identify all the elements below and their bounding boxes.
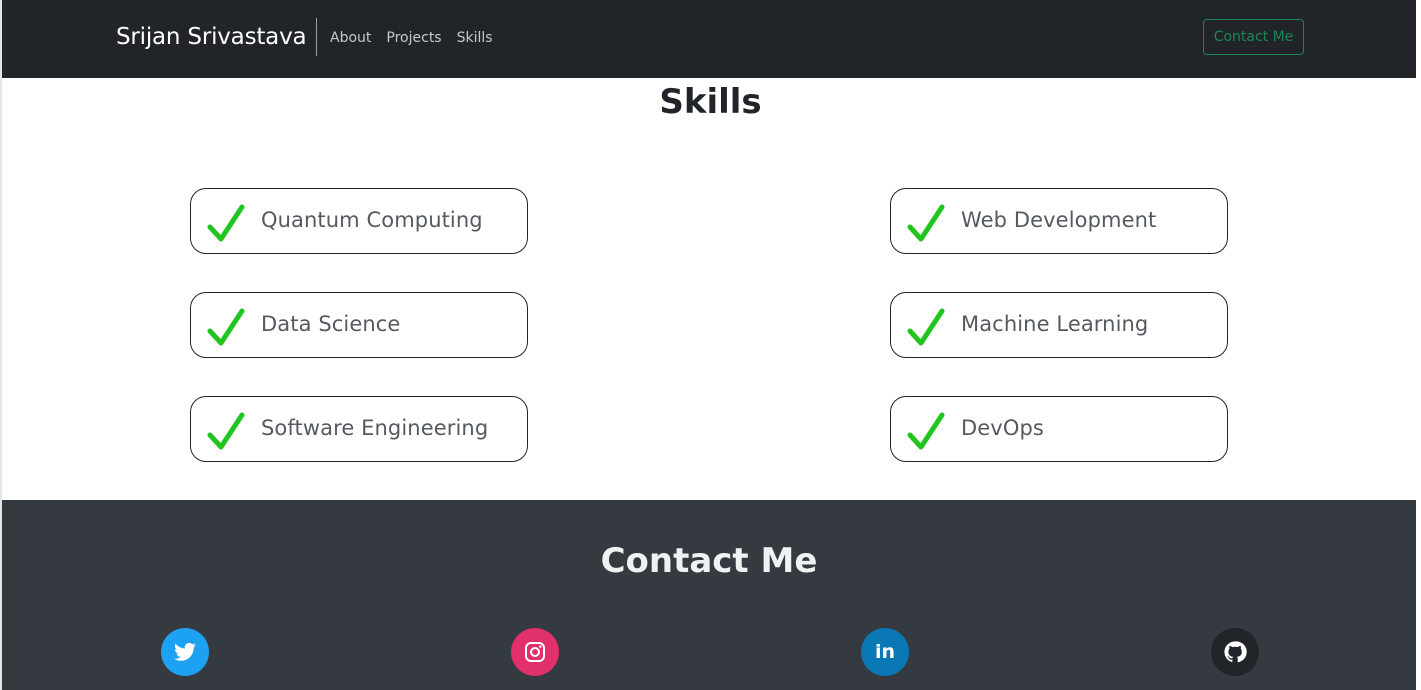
- skill-label: Data Science: [261, 312, 401, 336]
- nav-link-about[interactable]: About: [330, 28, 371, 48]
- nav-link-skills[interactable]: Skills: [457, 28, 493, 48]
- check-icon: [907, 308, 945, 346]
- check-icon: [207, 308, 245, 346]
- linkedin-icon: in: [874, 641, 896, 663]
- skill-card-data-science: Data Science: [190, 292, 528, 358]
- skill-card-web-development: Web Development: [890, 188, 1228, 254]
- check-icon: [907, 204, 945, 242]
- skill-label: Machine Learning: [961, 312, 1149, 336]
- skill-label: Software Engineering: [261, 416, 489, 440]
- linkedin-link[interactable]: in: [861, 628, 909, 676]
- twitter-link[interactable]: [161, 628, 209, 676]
- skill-card-devops: DevOps: [890, 396, 1228, 462]
- contact-me-button[interactable]: Contact Me: [1203, 19, 1304, 55]
- github-link[interactable]: [1211, 628, 1259, 676]
- brand-logo[interactable]: Srijan Srivastava: [116, 18, 318, 56]
- check-icon: [207, 204, 245, 242]
- instagram-link[interactable]: [511, 628, 559, 676]
- github-icon: [1224, 641, 1247, 663]
- skill-label: Quantum Computing: [261, 208, 483, 232]
- nav-link-projects[interactable]: Projects: [386, 28, 441, 48]
- instagram-icon: [525, 642, 545, 662]
- check-icon: [907, 412, 945, 450]
- nav-links: About Projects Skills: [330, 28, 493, 48]
- skill-card-software-engineering: Software Engineering: [190, 396, 528, 462]
- check-icon: [207, 412, 245, 450]
- twitter-icon: [174, 642, 196, 661]
- skill-label: Web Development: [961, 208, 1157, 232]
- contact-section: Contact Me in: [2, 500, 1416, 690]
- skill-card-quantum-computing: Quantum Computing: [190, 188, 528, 254]
- skill-card-machine-learning: Machine Learning: [890, 292, 1228, 358]
- skills-title: Skills: [659, 82, 762, 122]
- skill-label: DevOps: [961, 416, 1044, 440]
- navbar: Srijan Srivastava About Projects Skills …: [2, 0, 1416, 78]
- contact-title: Contact Me: [600, 541, 818, 581]
